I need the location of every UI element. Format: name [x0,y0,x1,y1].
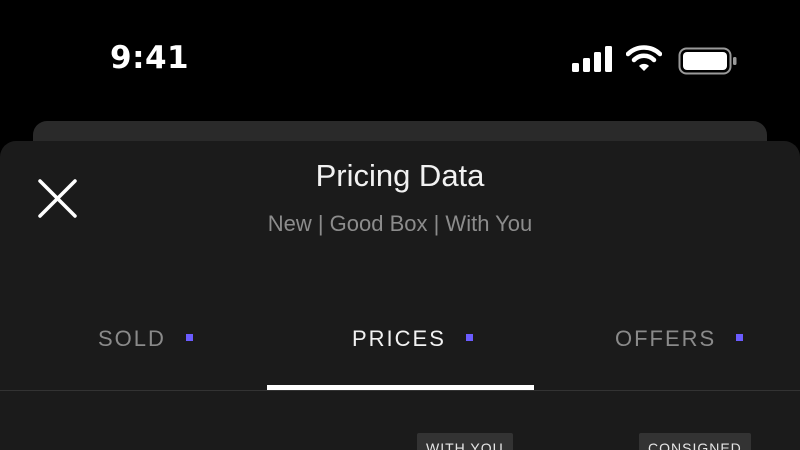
tab-indicator-dot [465,333,473,341]
tab-sold[interactable]: SOLD [98,326,193,356]
status-time: 9:41 [110,40,190,76]
status-icons [572,44,742,76]
sheet-subtitle: New | Good Box | With You [267,211,533,236]
wifi-icon [626,45,662,71]
tab-offers[interactable]: OFFERS [615,326,744,356]
tab-prices[interactable]: PRICES [352,326,473,356]
sheet-title: Pricing Data [315,158,485,193]
cellular-signal-icon [572,46,612,72]
tab-prices-label: PRICES [352,326,446,351]
tabs-divider [0,390,800,391]
app-screen: 9:41 Pricing Data New | Good Box | With … [0,0,800,450]
tab-indicator-dot [736,333,744,341]
tab-indicator-dot [185,333,193,341]
tab-offers-label: OFFERS [615,326,717,351]
with-you-badge: WITH YOU [417,433,513,450]
battery-icon [678,47,737,75]
consigned-badge: CONSIGNED [639,433,751,450]
tab-sold-label: SOLD [98,326,166,351]
